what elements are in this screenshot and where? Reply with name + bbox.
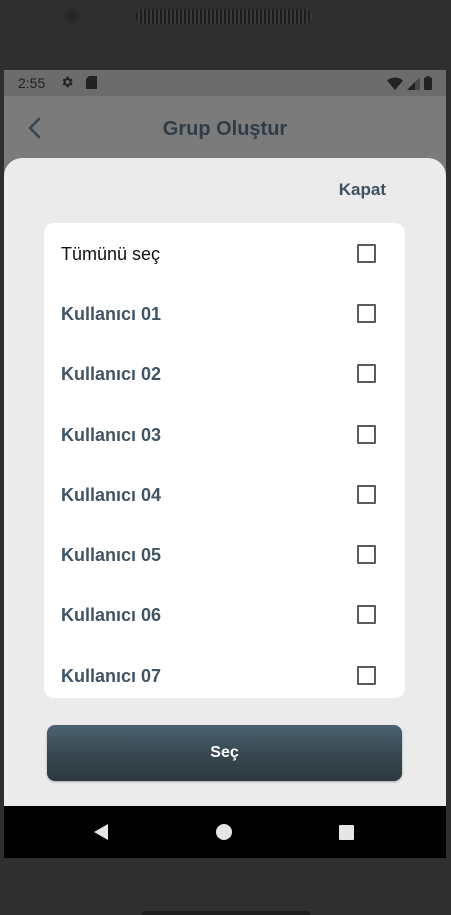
- list-item[interactable]: Kullanıcı 02: [44, 343, 405, 403]
- top-bezel: [0, 0, 451, 70]
- nav-back-icon[interactable]: [92, 823, 110, 841]
- status-time: 2:55: [18, 75, 46, 91]
- page-title: Grup Oluştur: [162, 118, 288, 140]
- user-label: Kullanıcı 07: [61, 666, 162, 686]
- list-item[interactable]: Kullanıcı 04: [44, 464, 405, 524]
- list-item[interactable]: Kullanıcı 05: [44, 524, 405, 584]
- user-label: Kullanıcı 05: [61, 545, 162, 565]
- user-label: Kullanıcı 04: [61, 485, 162, 505]
- user-label: Kullanıcı 06: [61, 605, 162, 625]
- select-all-row[interactable]: Tümünü seç: [44, 223, 405, 283]
- user-checkbox[interactable]: [357, 605, 376, 624]
- screen: 2:55 Grup Oluştur Kapat Tümünü seç Kulla…: [4, 70, 446, 858]
- list-item[interactable]: Kullanıcı 06: [44, 584, 405, 644]
- user-label: Kullanıcı 01: [61, 304, 162, 324]
- select-all-label: Tümünü seç: [61, 244, 161, 264]
- select-button[interactable]: Seç: [47, 725, 402, 781]
- nav-home-icon[interactable]: [216, 824, 232, 840]
- user-select-sheet: Kapat Tümünü seç Kullanıcı 01 Kullanıcı …: [4, 158, 446, 818]
- device-frame: 2:55 Grup Oluştur Kapat Tümünü seç Kulla…: [0, 0, 451, 915]
- user-checkbox[interactable]: [357, 425, 376, 444]
- user-label: Kullanıcı 03: [61, 425, 162, 445]
- app-header: Grup Oluştur: [4, 96, 446, 160]
- sd-card-icon: [86, 76, 97, 89]
- user-checkbox[interactable]: [357, 545, 376, 564]
- nav-recents-icon[interactable]: [339, 825, 354, 840]
- select-all-checkbox[interactable]: [357, 244, 376, 263]
- battery-icon: [424, 76, 432, 90]
- wifi-icon: [387, 76, 403, 90]
- front-camera: [64, 8, 80, 24]
- status-bar: 2:55: [4, 70, 446, 96]
- gear-icon: [62, 76, 73, 88]
- list-item[interactable]: Kullanıcı 07: [44, 645, 405, 698]
- user-checkbox[interactable]: [357, 485, 376, 504]
- earpiece-speaker: [136, 9, 312, 24]
- user-list: Tümünü seç Kullanıcı 01 Kullanıcı 02 Kul…: [44, 223, 405, 698]
- status-indicators: [387, 76, 432, 90]
- list-item[interactable]: Kullanıcı 01: [44, 283, 405, 343]
- user-checkbox[interactable]: [357, 364, 376, 383]
- close-button[interactable]: Kapat: [339, 180, 386, 200]
- list-item[interactable]: Kullanıcı 03: [44, 404, 405, 464]
- navigation-bar: [4, 806, 446, 858]
- user-checkbox[interactable]: [357, 666, 376, 685]
- cellular-signal-icon: [407, 76, 420, 90]
- bezel-lip: [142, 911, 310, 915]
- user-checkbox[interactable]: [357, 304, 376, 323]
- user-label: Kullanıcı 02: [61, 364, 162, 384]
- bottom-bezel: [0, 858, 451, 915]
